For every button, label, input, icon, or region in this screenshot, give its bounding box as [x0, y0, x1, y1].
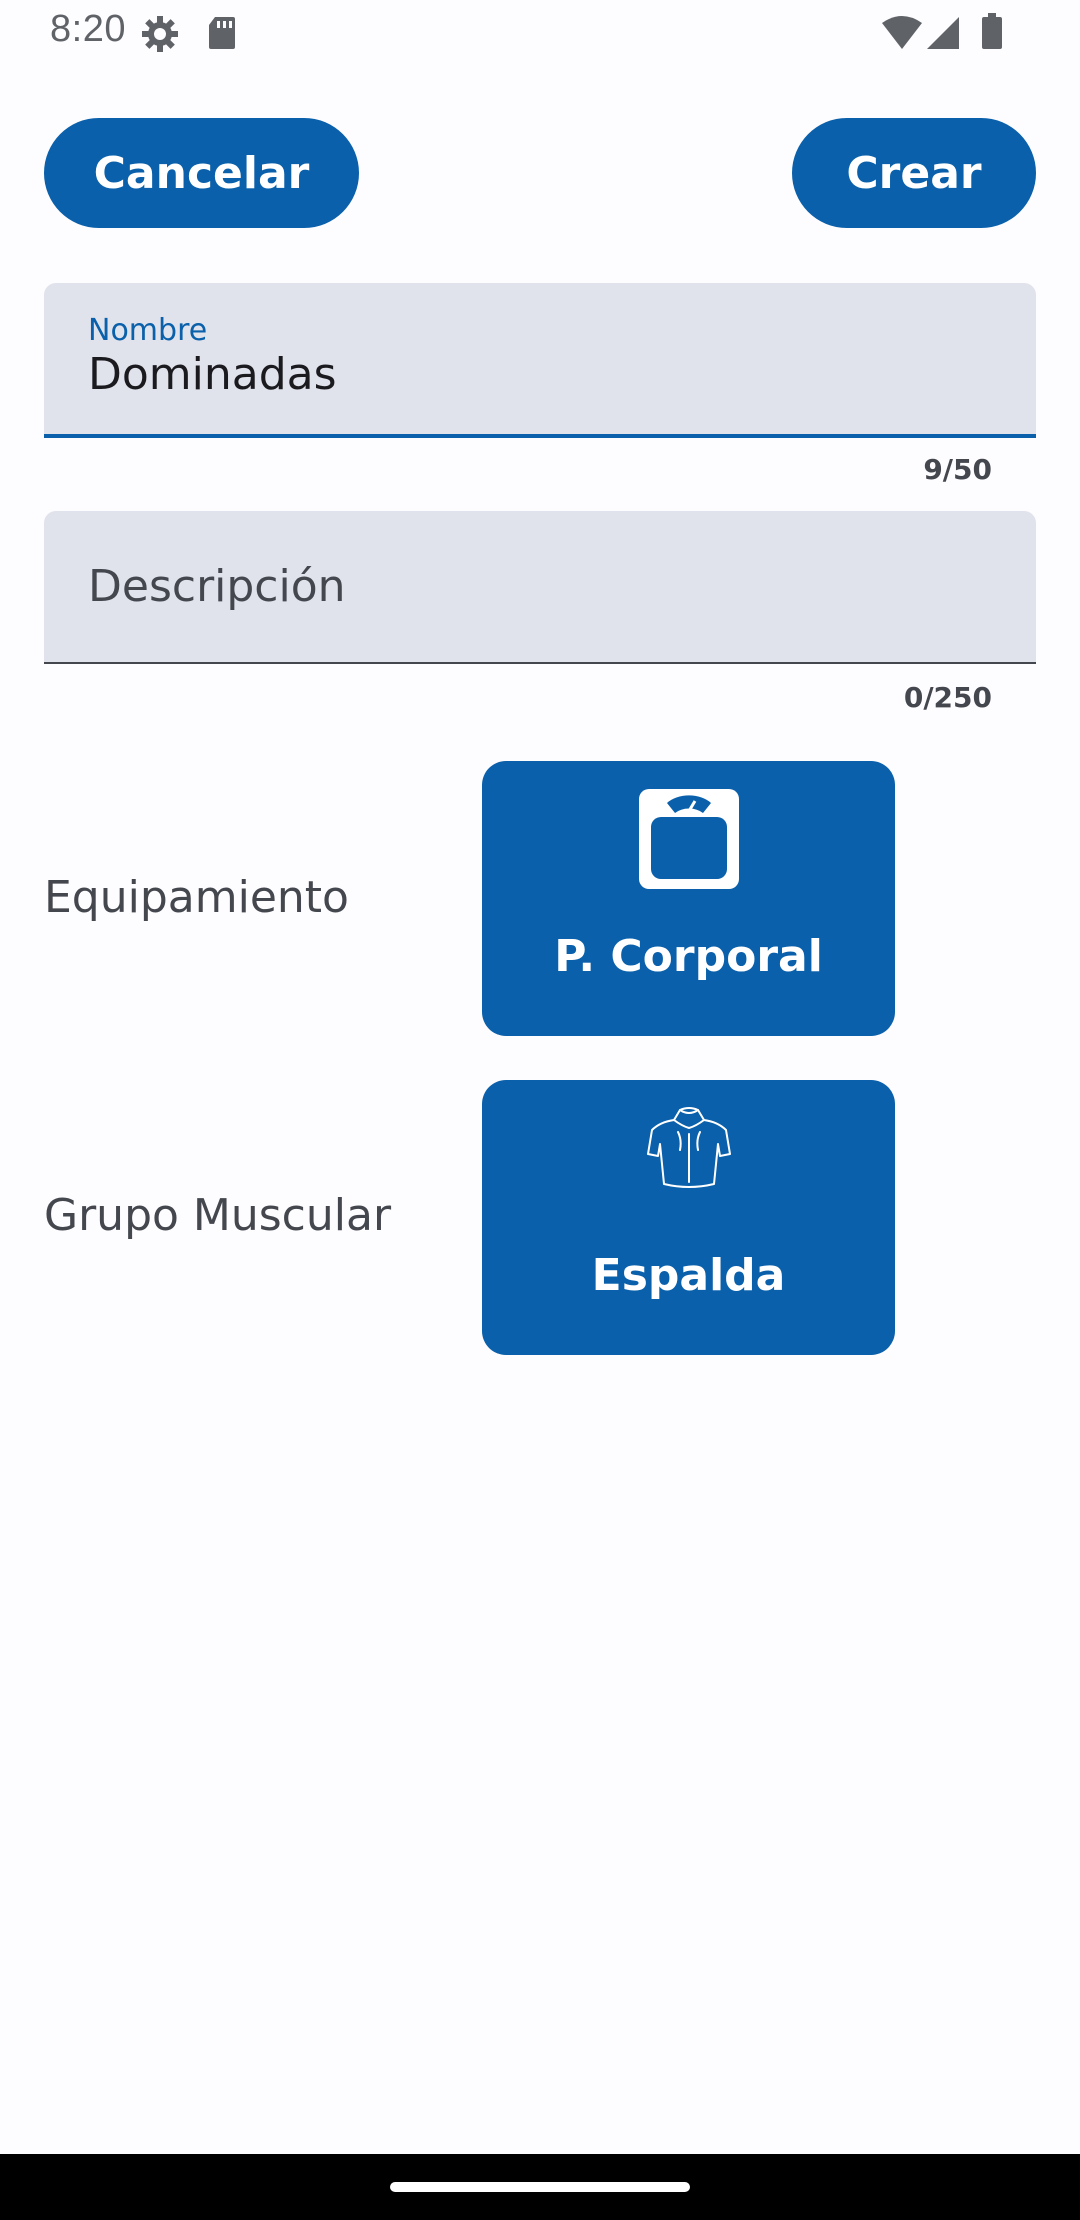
muscle-group-label: Grupo Muscular [44, 1190, 392, 1241]
wifi-icon [882, 16, 922, 49]
description-field[interactable]: Descripción [44, 511, 1036, 664]
muscle-group-selector-button[interactable]: Espalda [482, 1080, 895, 1355]
name-field-value[interactable]: Dominadas [88, 349, 337, 400]
name-char-counter: 9/50 [923, 453, 992, 486]
description-placeholder: Descripción [88, 561, 346, 612]
muscle-group-selected-label: Espalda [591, 1250, 786, 1301]
back-muscles-icon [646, 1107, 731, 1188]
scale-icon [638, 789, 739, 889]
navigation-bar [0, 2154, 1080, 2220]
name-field-label: Nombre [88, 313, 208, 348]
gear-icon [142, 16, 178, 52]
home-gesture-handle[interactable] [390, 2182, 690, 2192]
description-char-counter: 0/250 [903, 681, 992, 714]
equipment-label: Equipamiento [44, 872, 349, 923]
equipment-selected-label: P. Corporal [554, 931, 823, 982]
status-bar: 8:20 [0, 0, 1080, 66]
cancel-button[interactable]: Cancelar [44, 118, 359, 228]
equipment-selector-button[interactable]: P. Corporal [482, 761, 895, 1036]
sd-card-icon [209, 17, 235, 49]
status-time: 8:20 [50, 8, 126, 50]
signal-icon [927, 17, 959, 49]
create-button[interactable]: Crear [792, 118, 1036, 228]
battery-icon [982, 13, 1002, 49]
name-field[interactable]: Nombre Dominadas [44, 283, 1036, 438]
